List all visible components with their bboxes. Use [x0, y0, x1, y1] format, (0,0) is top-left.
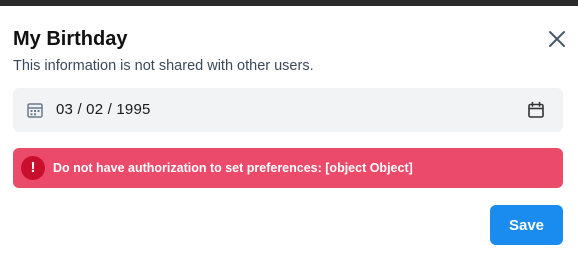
alert-message: Do not have authorization to set prefere… — [53, 161, 413, 175]
error-alert: ! Do not have authorization to set prefe… — [13, 148, 563, 188]
close-icon[interactable] — [546, 28, 568, 50]
date-value[interactable]: 03 / 02 / 1995 — [56, 100, 151, 120]
birthday-dialog: My Birthday This information is not shar… — [0, 6, 578, 263]
dialog-title: My Birthday — [13, 28, 128, 50]
save-button[interactable]: Save — [490, 205, 563, 245]
calendar-grid-icon — [26, 101, 44, 119]
dialog-subtitle: This information is not shared with othe… — [13, 58, 314, 74]
exclamation-icon: ! — [21, 156, 45, 180]
birthday-date-input[interactable]: 03 / 02 / 1995 — [13, 88, 563, 132]
calendar-icon[interactable] — [527, 101, 545, 119]
